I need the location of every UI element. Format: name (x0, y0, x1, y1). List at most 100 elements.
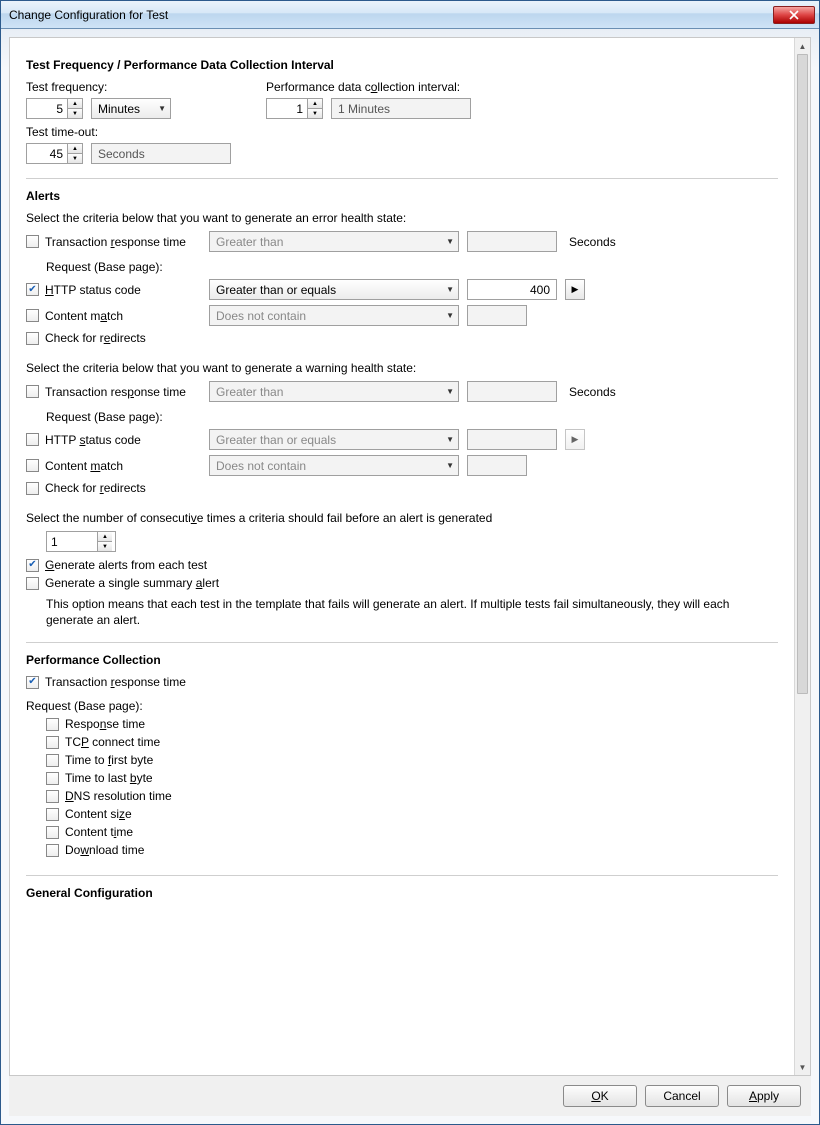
freq-label: Test frequency: (26, 80, 171, 94)
freq-input[interactable] (27, 99, 67, 118)
warn-http-row: HTTP status code Greater than or equals▼… (26, 429, 778, 450)
gen-each-checkbox[interactable]: Generate alerts from each test (26, 558, 207, 572)
scroll-content: Test Frequency / Performance Data Collec… (10, 38, 794, 1075)
warn-req-label: Request (Base page): (46, 410, 778, 424)
warn-cm-value (467, 455, 527, 476)
error-http-op[interactable]: Greater than or equals▼ (209, 279, 459, 300)
timeout-block: Test time-out: ▲▼ Seconds (26, 125, 778, 164)
error-redir-row: Check for redirects (26, 331, 778, 345)
warn-http-checkbox[interactable]: HTTP status code (26, 433, 201, 447)
freq-unit-text: Minutes (98, 102, 140, 116)
error-cm-checkbox[interactable]: Content match (26, 309, 201, 323)
dialog-body: Test Frequency / Performance Data Collec… (1, 29, 819, 1124)
gen-each-row: Generate alerts from each test (26, 558, 778, 572)
warn-trt-checkbox[interactable]: Transaction response time (26, 385, 201, 399)
warn-http-value (467, 429, 557, 450)
ok-button[interactable]: OK (563, 1085, 637, 1107)
spinner-buttons[interactable]: ▲▼ (97, 532, 112, 551)
perf-trt-row: Transaction response time (26, 675, 778, 689)
warn-redir-row: Check for redirects (26, 481, 778, 495)
perf-interval-col: Performance data collection interval: ▲▼… (266, 80, 471, 119)
warn-http-test-button[interactable]: ▶ (565, 429, 585, 450)
error-trt-row: Transaction response time Greater than▼ … (26, 231, 778, 252)
perf-ctime-checkbox[interactable]: Content time (46, 825, 133, 839)
content-panel: Test Frequency / Performance Data Collec… (9, 37, 811, 1076)
frequency-grid: Test frequency: ▲▼ Minutes ▼ (26, 80, 778, 119)
spinner-buttons[interactable]: ▲▼ (67, 144, 82, 163)
titlebar: Change Configuration for Test (1, 1, 819, 29)
divider (26, 642, 778, 643)
perf-ttfb-checkbox[interactable]: Time to first byte (46, 753, 153, 767)
dialog-footer: OK Cancel Apply (9, 1076, 811, 1116)
section-frequency-heading: Test Frequency / Performance Data Collec… (26, 58, 778, 72)
spinner-buttons[interactable]: ▲▼ (307, 99, 322, 118)
error-cm-row: Content match Does not contain▼ (26, 305, 778, 326)
warn-cm-checkbox[interactable]: Content match (26, 459, 201, 473)
perf-csize-checkbox[interactable]: Content size (46, 807, 132, 821)
divider (26, 178, 778, 179)
warn-intro: Select the criteria below that you want … (26, 361, 778, 375)
gen-single-row: Generate a single summary alert (26, 576, 778, 590)
perf-tcp-checkbox[interactable]: TCP connect time (46, 735, 160, 749)
close-icon (789, 10, 799, 20)
warn-trt-value (467, 381, 557, 402)
consec-label: Select the number of consecutive times a… (26, 511, 778, 525)
dialog-window: Change Configuration for Test Test Frequ… (0, 0, 820, 1125)
perf-input[interactable] (267, 99, 307, 118)
perf-req-label: Request (Base page): (26, 699, 778, 713)
warn-cm-row: Content match Does not contain▼ (26, 455, 778, 476)
perf-dns-checkbox[interactable]: DNS resolution time (46, 789, 172, 803)
timeout-unit: Seconds (91, 143, 231, 164)
scroll-thumb[interactable] (797, 54, 808, 694)
divider (26, 875, 778, 876)
scroll-down-arrow[interactable]: ▼ (795, 1059, 810, 1075)
section-perf-heading: Performance Collection (26, 653, 778, 667)
chevron-down-icon: ▼ (440, 387, 454, 396)
freq-spinner[interactable]: ▲▼ (26, 98, 83, 119)
warn-trt-row: Transaction response time Greater than▼ … (26, 381, 778, 402)
error-http-test-button[interactable]: ▶ (565, 279, 585, 300)
warn-redir-checkbox[interactable]: Check for redirects (26, 481, 201, 495)
perf-trt-checkbox[interactable]: Transaction response time (26, 675, 186, 689)
chevron-down-icon: ▼ (440, 461, 454, 470)
perf-display: 1 Minutes (331, 98, 471, 119)
error-trt-checkbox[interactable]: Transaction response time (26, 235, 201, 249)
warn-http-op: Greater than or equals▼ (209, 429, 459, 450)
window-title: Change Configuration for Test (9, 8, 773, 22)
close-button[interactable] (773, 6, 815, 24)
gen-single-checkbox[interactable]: Generate a single summary alert (26, 576, 219, 590)
vertical-scrollbar[interactable]: ▲ ▼ (794, 38, 810, 1075)
error-http-checkbox[interactable]: HTTP status code (26, 283, 201, 297)
warn-trt-op: Greater than▼ (209, 381, 459, 402)
timeout-spinner[interactable]: ▲▼ (26, 143, 83, 164)
perf-spinner[interactable]: ▲▼ (266, 98, 323, 119)
chevron-down-icon: ▼ (152, 104, 166, 113)
error-redir-checkbox[interactable]: Check for redirects (26, 331, 201, 345)
consec-spinner[interactable]: ▲▼ (46, 531, 116, 552)
consec-input[interactable] (47, 532, 97, 551)
chevron-down-icon: ▼ (440, 237, 454, 246)
freq-unit-select[interactable]: Minutes ▼ (91, 98, 171, 119)
error-cm-op: Does not contain▼ (209, 305, 459, 326)
chevron-down-icon: ▼ (440, 285, 454, 294)
error-cm-value (467, 305, 527, 326)
error-intro: Select the criteria below that you want … (26, 211, 778, 225)
timeout-input[interactable] (27, 144, 67, 163)
scroll-up-arrow[interactable]: ▲ (795, 38, 810, 54)
perf-dl-checkbox[interactable]: Download time (46, 843, 144, 857)
error-http-value[interactable]: 400 (467, 279, 557, 300)
spinner-buttons[interactable]: ▲▼ (67, 99, 82, 118)
perf-ttlb-checkbox[interactable]: Time to last byte (46, 771, 153, 785)
error-trt-value (467, 231, 557, 252)
cancel-button[interactable]: Cancel (645, 1085, 719, 1107)
perf-resp-checkbox[interactable]: Response time (46, 717, 145, 731)
seconds-label: Seconds (569, 385, 616, 399)
apply-button[interactable]: Apply (727, 1085, 801, 1107)
error-req-label: Request (Base page): (46, 260, 778, 274)
warn-cm-op: Does not contain▼ (209, 455, 459, 476)
error-http-row: HTTP status code Greater than or equals▼… (26, 279, 778, 300)
chevron-down-icon: ▼ (440, 435, 454, 444)
seconds-label: Seconds (569, 235, 616, 249)
chevron-down-icon: ▼ (440, 311, 454, 320)
gen-desc: This option means that each test in the … (46, 596, 778, 628)
